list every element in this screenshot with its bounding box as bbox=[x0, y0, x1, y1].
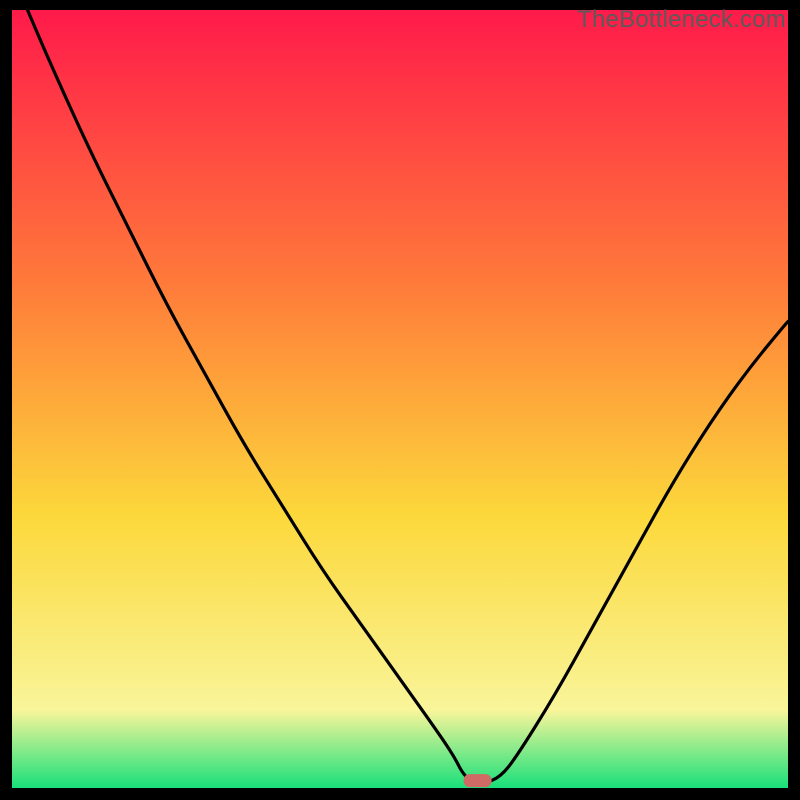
chart-frame bbox=[12, 10, 788, 788]
gradient-background bbox=[12, 10, 788, 788]
bottleneck-chart bbox=[12, 10, 788, 788]
optimal-point-marker bbox=[464, 774, 492, 787]
watermark-text: TheBottleneck.com bbox=[577, 6, 786, 34]
